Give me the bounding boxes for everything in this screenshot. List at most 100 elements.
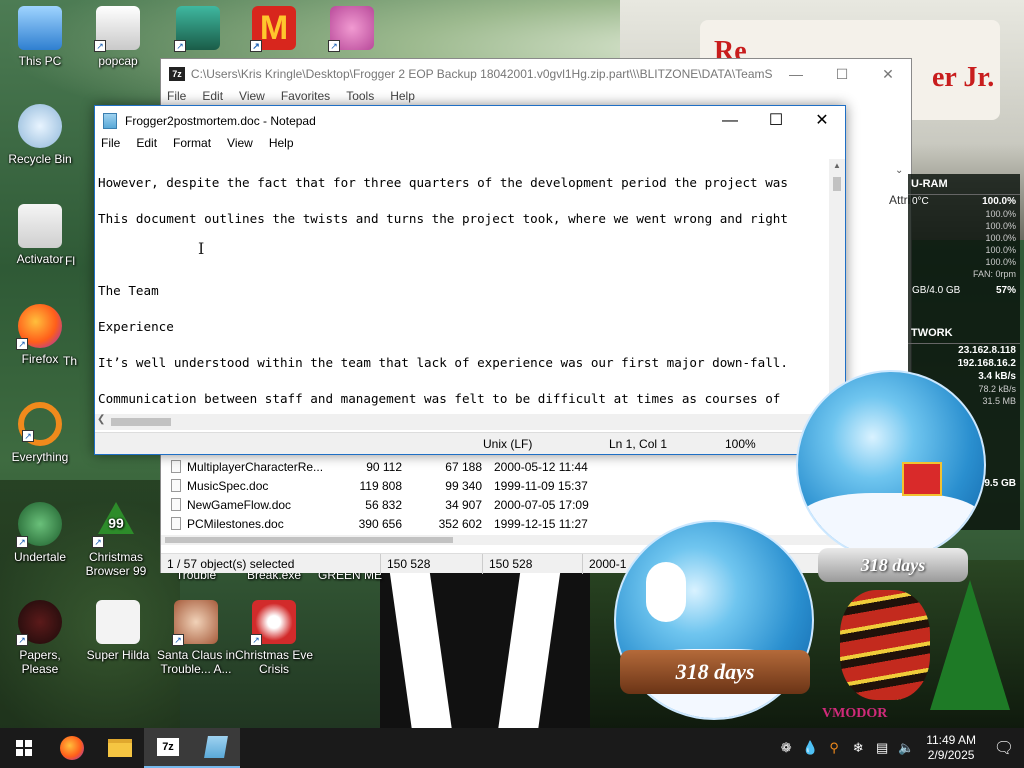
tray-snowflake-icon[interactable]: ❄ [846,740,870,756]
notepad-vertical-scrollbar[interactable]: ▲ [829,159,845,414]
desktop-icon-game[interactable]: ↗ [158,6,238,54]
maximize-button[interactable]: ☐ [819,59,865,89]
desktop-icon-mcdonalds[interactable]: M ↗ [234,6,314,54]
tray-app-icon[interactable]: ❁ [774,740,798,756]
notepad-window[interactable]: Frogger2postmortem.doc - Notepad — ☐ ✕ F… [94,105,846,455]
shortcut-arrow-icon: ↗ [16,634,28,646]
desktop-icon-santa-claus-trouble[interactable]: ↗ Santa Claus in Trouble... A... [156,600,236,676]
desktop-icon-label: Super Hilda [86,648,150,662]
pig-icon: ↗ [328,6,374,52]
shortcut-arrow-icon: ↗ [92,536,104,548]
scrollbar-thumb[interactable] [833,177,841,191]
upload-rate: 3.4 kB/s [978,371,1016,382]
menu-format[interactable]: Format [173,136,211,156]
minimize-button[interactable]: — [773,59,819,89]
shortcut-arrow-icon: ↗ [250,634,262,646]
wallpaper-corner-text: VMODOR [822,706,888,721]
close-button[interactable]: ✕ [865,59,911,89]
file-packed-size: 352 602 [438,516,482,531]
desktop-icon-fl[interactable]: Fl [50,254,90,268]
game-character-icon: ↗ [174,6,220,52]
firefox-icon: ↗ [16,304,62,350]
desktop-icon-christmas-browser[interactable]: 99 ↗ Christmas Browser 99 [76,502,156,578]
path-dropdown-chevron-icon[interactable]: ⌄ [895,165,903,176]
scroll-up-arrow-icon[interactable]: ▲ [829,161,845,175]
desktop-icon-label: Fl [65,254,75,268]
menu-help[interactable]: Help [269,136,294,156]
close-button[interactable]: ✕ [799,106,845,136]
snowglobe-gadget-large[interactable] [796,370,986,560]
minimize-button[interactable]: — [707,106,753,136]
document-icon [171,517,181,530]
ram-usage: GB/4.0 GB [912,285,961,296]
taskbar-clock[interactable]: 11:49 AM 2/9/2025 [926,733,976,763]
file-name: MultiplayerCharacterRe... [187,459,324,474]
document-icon [171,460,181,473]
desktop-icon-undertale[interactable]: ↗ Undertale [0,502,80,564]
ip-row: 23.162.8.118 [908,344,1020,357]
desktop-icon-label: Undertale [13,550,67,564]
scroll-left-arrow-icon[interactable]: ❮ [97,414,105,425]
status-selected: 1 / 57 object(s) selected [161,553,381,574]
core-usage: 100.0% [985,257,1016,267]
file-size: 119 808 [359,478,403,493]
file-packed-size: 99 340 [445,478,482,493]
desktop-icon-christmas-eve-crisis[interactable]: ↗ Christmas Eve Crisis [234,600,314,676]
scrollbar-thumb[interactable] [111,418,171,426]
taskbar: 7z ❁ 💧 ⚲ ❄ ▤ 🔈 11:49 AM 2/9/2025 🗨 [0,728,1024,768]
file-modified: 1999-12-15 11:27 [494,516,588,531]
archive-titlebar[interactable]: 7z C:\Users\Kris Kringle\Desktop\Frogger… [161,59,911,89]
desktop-icon-recycle-bin[interactable]: Recycle Bin [0,104,80,166]
menu-file[interactable]: File [101,136,120,156]
wallpaper-figure [380,560,590,730]
menu-view[interactable]: View [227,136,253,156]
notepad-titlebar[interactable]: Frogger2postmortem.doc - Notepad — ☐ ✕ [95,106,845,136]
text-line: Communication between staff and manageme… [98,391,781,406]
notepad-menubar: File Edit Format View Help [95,136,845,156]
clock-time: 11:49 AM [926,733,976,747]
notepad-text-area[interactable]: However, despite the fact that for three… [95,159,831,414]
ram-row: GB/4.0 GB 57% [908,284,1020,297]
desktop-icon-papers-please[interactable]: ↗ Papers, Please [0,600,80,676]
core-usage: 100.0% [985,209,1016,219]
start-button[interactable] [0,728,48,768]
volume-muted-icon[interactable]: 🔈 [894,740,918,756]
core-row: 100.0% [908,256,1020,268]
desktop-icon-th[interactable]: Th [50,354,90,368]
snowman-icon [646,562,686,622]
menu-edit[interactable]: Edit [136,136,157,156]
tray-drop-icon[interactable]: 💧 [798,740,822,756]
shortcut-arrow-icon: ↗ [172,634,184,646]
7zip-app-icon: 7z [169,67,185,81]
cpu-ram-header: U-RAM [908,174,1020,195]
maximize-button[interactable]: ☐ [753,106,799,136]
snowglobe-counter: 318 days [818,548,968,582]
desktop-icon-everything[interactable]: ↗ Everything [0,402,80,464]
firefox-icon [60,736,84,760]
taskbar-notepad[interactable] [192,728,240,768]
7zip-icon: 7z [157,738,179,756]
fan-row: FAN: 0rpm [908,268,1020,280]
tray-search-icon[interactable]: ⚲ [822,740,846,756]
taskbar-firefox[interactable] [48,728,96,768]
desktop-icon-super-hilda[interactable]: Super Hilda [78,600,158,662]
document-icon [171,479,181,492]
file-modified: 2000-05-12 11:44 [494,459,588,474]
desktop-icon-this-pc[interactable]: This PC [0,6,80,68]
notepad-window-title: Frogger2postmortem.doc - Notepad [125,114,316,128]
recycle-bin-icon [18,104,62,148]
desktop-icon-pig[interactable]: ↗ [312,6,392,54]
popcap-icon: ↗ [94,6,140,52]
desktop-icon-popcap[interactable]: ↗ popcap [78,6,158,68]
status-zoom: 100% [725,437,756,451]
file-size: 390 656 [358,516,402,531]
notepad-horizontal-scrollbar[interactable]: ❮ [95,414,831,430]
scrollbar-thumb[interactable] [165,537,453,543]
taskbar-7zip[interactable]: 7z [144,728,192,768]
super-hilda-icon [96,600,140,644]
network-icon[interactable]: ▤ [870,740,894,756]
notifications-icon[interactable]: 🗨 [984,738,1024,758]
taskbar-file-explorer[interactable] [96,728,144,768]
text-line: It’s well understood within the team tha… [98,355,788,370]
cpu-temp-row: 0°C 100.0% [908,195,1020,208]
